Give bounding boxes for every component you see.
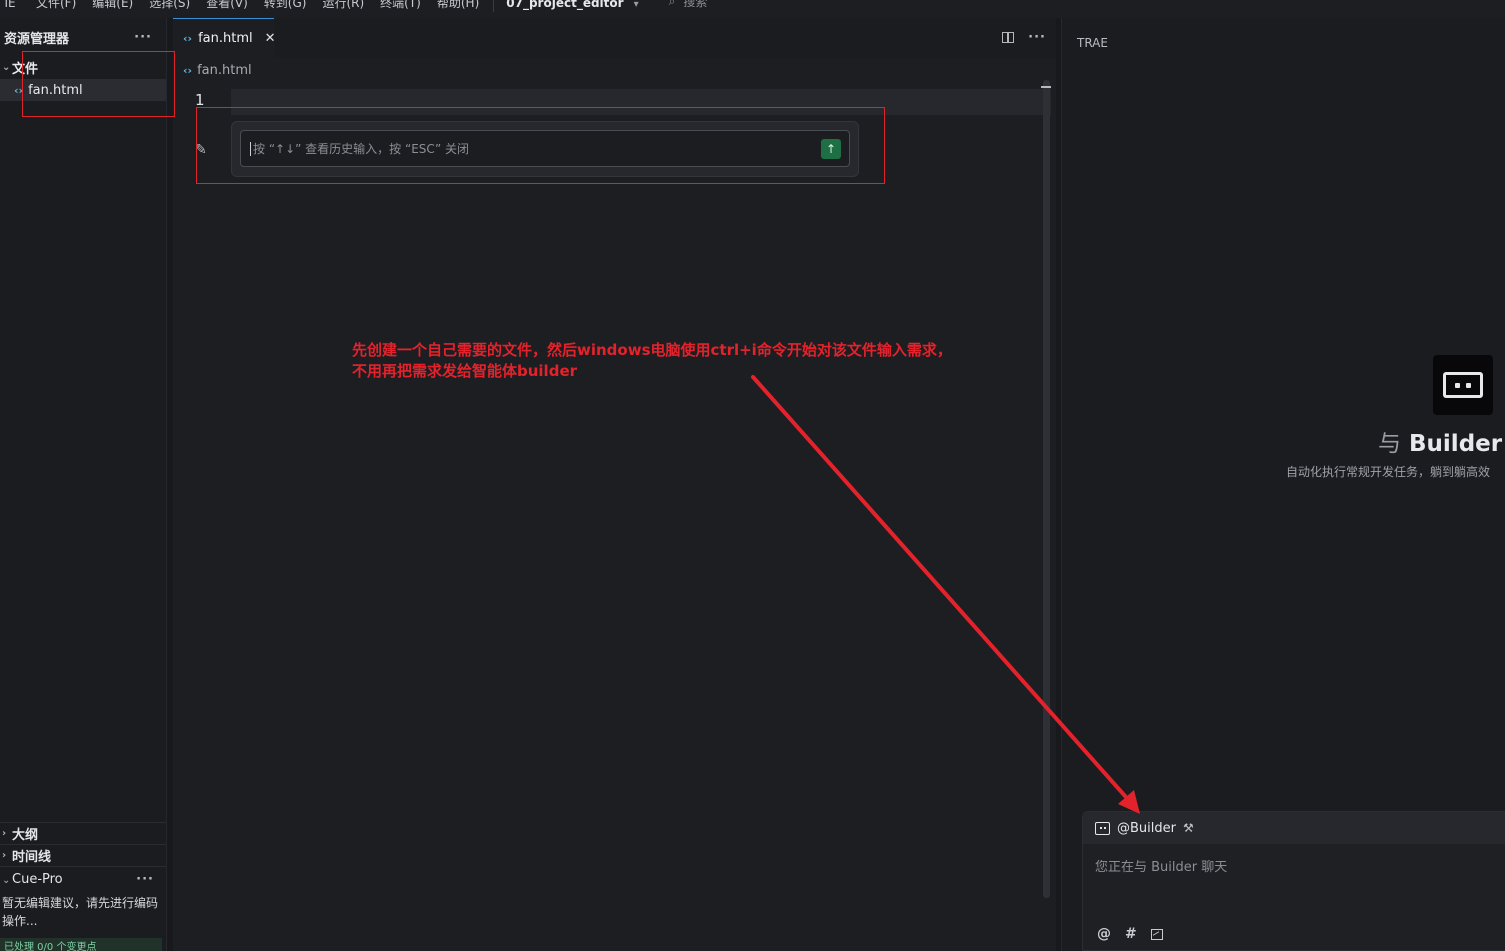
timeline-section[interactable]: › 时间线	[0, 844, 166, 866]
cue-pro-header[interactable]: ⌄ Cue-Pro ···	[0, 866, 166, 892]
more-icon[interactable]: ···	[134, 30, 152, 45]
chevron-down-icon[interactable]: ▾	[634, 0, 639, 10]
menu-select[interactable]: 选择(S)	[149, 0, 190, 10]
split-editor-icon[interactable]	[1002, 32, 1015, 43]
app-logo: IE	[4, 0, 16, 10]
tab-bar: ‹› fan.html ✕ ···	[173, 18, 1056, 58]
vertical-scrollbar[interactable]	[1043, 80, 1050, 898]
breadcrumb: ‹› fan.html	[173, 58, 1056, 82]
cue-pro-message: 暂无编辑建议，请先进行编码操作...	[2, 896, 159, 928]
builder-subtitle: 自动化执行常规开发任务，躺到躺高效	[1286, 465, 1491, 479]
close-icon[interactable]: ✕	[265, 31, 276, 46]
search-icon: ⌕	[668, 0, 676, 8]
menu-edit[interactable]: 编辑(E)	[92, 0, 133, 10]
sidebar-bottom-panels: › 大纲 › 时间线 ⌄ Cue-Pro ··· 暂无编辑建议，请先进行编码操作.…	[0, 822, 166, 951]
builder-heading-name: Builder	[1409, 431, 1503, 457]
hash-icon[interactable]: #	[1125, 926, 1137, 942]
builder-heading: 与 Builder	[1378, 424, 1505, 458]
editor-actions: ···	[1002, 30, 1046, 45]
scroll-position-marker	[1041, 86, 1051, 88]
menu-run[interactable]: 运行(R)	[322, 0, 364, 10]
cue-pro-title-wrap: ⌄ Cue-Pro	[2, 872, 63, 887]
menu-bar: IE 文件(F) 编辑(E) 选择(S) 查看(V) 转到(G) 运行(R) 终…	[0, 0, 1505, 18]
chevron-down-icon: ⌄	[2, 61, 11, 73]
tools-icon[interactable]: ⚒	[1183, 821, 1194, 835]
menu-help[interactable]: 帮助(H)	[437, 0, 479, 10]
explorer-title: 资源管理器	[4, 31, 70, 47]
more-icon[interactable]: ···	[136, 872, 154, 887]
menu-divider	[493, 0, 495, 12]
html-file-icon: ‹›	[183, 63, 193, 77]
annotation-line-2: 不用再把需求发给智能体builder	[352, 362, 578, 380]
html-file-icon: ‹›	[183, 32, 193, 45]
tab-fan-html[interactable]: ‹› fan.html ✕	[173, 18, 276, 58]
chat-input[interactable]: 您正在与 Builder 聊天	[1095, 856, 1227, 875]
bot-eye	[1466, 382, 1471, 388]
annotation-box-file	[22, 51, 175, 117]
agent-mention[interactable]: @Builder	[1117, 821, 1176, 836]
chevron-down-icon: ⌄	[2, 875, 11, 886]
project-name[interactable]: 07_project_editor	[506, 0, 623, 10]
bot-face	[1443, 372, 1483, 398]
mention-icon[interactable]: @	[1097, 926, 1111, 942]
chat-toolbar: @ #	[1097, 926, 1163, 942]
outline-section[interactable]: › 大纲	[0, 822, 166, 844]
ai-side-panel: TRAE 与 Builder 自动化执行常规开发任务，躺到躺高效 @Builde…	[1061, 18, 1505, 951]
outline-label: 大纲	[12, 828, 39, 843]
bot-eye	[1455, 382, 1460, 388]
chevron-right-icon: ›	[2, 828, 7, 839]
menu-goto[interactable]: 转到(G)	[264, 0, 307, 10]
cue-pro-status: 已处理 0/0 个变更点	[0, 938, 162, 951]
timeline-label: 时间线	[12, 850, 52, 865]
builder-logo-icon	[1433, 355, 1493, 415]
tab-label: fan.html	[198, 31, 253, 46]
menu-view[interactable]: 查看(V)	[206, 0, 248, 10]
builder-agent-icon	[1095, 821, 1110, 835]
cue-pro-title: Cue-Pro	[12, 872, 63, 887]
annotation-line-1: 先创建一个自己需要的文件，然后windows电脑使用ctrl+i命令开始对该文件…	[352, 341, 952, 359]
more-icon[interactable]: ···	[1028, 30, 1046, 45]
image-icon[interactable]	[1150, 929, 1163, 940]
menu-file[interactable]: 文件(F)	[36, 0, 76, 10]
chat-agent-bar[interactable]: @Builder ⚒	[1083, 812, 1505, 844]
search-placeholder: 搜索	[683, 0, 708, 9]
builder-heading-prefix: 与	[1378, 431, 1401, 457]
menu-terminal[interactable]: 终端(T)	[380, 0, 421, 10]
chat-composer: @Builder ⚒ 您正在与 Builder 聊天 @ #	[1082, 811, 1505, 951]
breadcrumb-item[interactable]: fan.html	[197, 63, 252, 78]
search-box[interactable]: ⌕ 搜索	[669, 0, 708, 10]
annotation-box-prompt	[196, 107, 885, 184]
chevron-right-icon: ›	[2, 850, 7, 861]
panel-title: TRAE	[1077, 36, 1108, 50]
explorer-sidebar: 资源管理器 ··· ⌄ 文件 ‹› fan.html › 大纲 › 时间线 ⌄ C…	[0, 18, 167, 951]
annotation-text: 先创建一个自己需要的文件，然后windows电脑使用ctrl+i命令开始对该文件…	[352, 340, 1032, 382]
